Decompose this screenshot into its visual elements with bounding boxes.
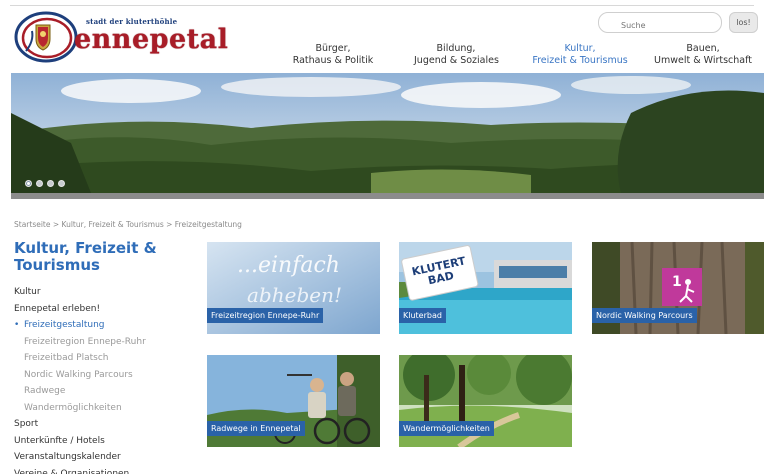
tile-freizeitregion[interactable]: ...einfach abheben! Freizeitregion Ennep…	[207, 242, 380, 334]
sidebar-subitem-freizeitbad[interactable]: Freizeitbad Platsch	[14, 350, 194, 367]
sidebar-title: Kultur, Freizeit & Tourismus	[14, 240, 194, 274]
sidebar-item-freizeitgestaltung[interactable]: Freizeitgestaltung	[14, 317, 194, 334]
nav-item-line1: Bürger,	[315, 43, 351, 54]
nav-item-line2: Jugend & Soziales	[414, 55, 499, 66]
sidebar-subitem-freizeitregion[interactable]: Freizeitregion Ennepe-Ruhr	[14, 334, 194, 351]
sidebar-item-sport[interactable]: Sport	[14, 416, 194, 433]
tile-wandern[interactable]: Wandermöglichkeiten	[399, 355, 572, 447]
tile-kluterbad[interactable]: KLUTERT BAD Kluterbad	[399, 242, 572, 334]
tile-label: Nordic Walking Parcours	[592, 308, 697, 323]
tile-image-text: ...einfach	[237, 253, 340, 278]
nav-item-line1: Kultur,	[564, 43, 596, 54]
sidebar-item-vereine[interactable]: Vereine & Organisationen	[14, 466, 194, 474]
nav-item-line1: Bildung,	[436, 43, 476, 54]
hero-banner[interactable]	[11, 73, 764, 199]
tile-label: Kluterbad	[399, 308, 446, 323]
slider-dot[interactable]	[36, 180, 43, 187]
tile-radwege[interactable]: Radwege in Ennepetal	[207, 355, 380, 447]
sidebar-title-line1: Kultur, Freizeit &	[14, 239, 157, 257]
nav-item-line1: Bauen,	[686, 43, 720, 54]
nav-item-buerger[interactable]: Bürger, Rathaus & Politik	[292, 43, 374, 67]
sidebar-navigation: Kultur, Freizeit & Tourismus Kultur Enne…	[14, 240, 194, 474]
slider-dots	[25, 180, 65, 187]
tile-image-text: abheben!	[247, 283, 342, 307]
tile-nordic-walking[interactable]: 1 Nordic Walking Parcours	[592, 242, 764, 334]
tile-label: Wandermöglichkeiten	[399, 421, 494, 436]
main-navigation: Bürger, Rathaus & Politik Bildung, Jugen…	[0, 43, 764, 71]
nav-item-line2: Rathaus & Politik	[292, 55, 374, 66]
sidebar-title-line2: Tourismus	[14, 256, 100, 274]
slider-dot[interactable]	[58, 180, 65, 187]
tile-label: Radwege in Ennepetal	[207, 421, 305, 436]
site-header: stadt der kluterthöhle ennepetal los! Bü…	[0, 0, 764, 72]
sidebar-subitem-nordic-walking[interactable]: Nordic Walking Parcours	[14, 367, 194, 384]
search-submit-button[interactable]: los!	[729, 12, 758, 33]
sidebar-subitem-radwege[interactable]: Radwege	[14, 383, 194, 400]
tile-label: Freizeitregion Ennepe-Ruhr	[207, 308, 324, 323]
banner-landscape-image	[11, 73, 764, 193]
sidebar-item-veranstaltungen[interactable]: Veranstaltungskalender	[14, 449, 194, 466]
search-box	[598, 12, 722, 35]
search-input[interactable]	[599, 16, 721, 35]
header-top-rule	[10, 5, 754, 6]
slider-dot[interactable]	[25, 180, 32, 187]
sidebar-subitem-wandern[interactable]: Wandermöglichkeiten	[14, 400, 194, 417]
breadcrumb[interactable]: Startseite > Kultur, Freizeit & Tourismu…	[14, 220, 242, 229]
slider-dot[interactable]	[47, 180, 54, 187]
sidebar-item-ennepetal-erleben[interactable]: Ennepetal erleben!	[14, 301, 194, 318]
sidebar-item-kultur[interactable]: Kultur	[14, 284, 194, 301]
nav-item-bildung[interactable]: Bildung, Jugend & Soziales	[414, 43, 499, 67]
nav-item-line2: Umwelt & Wirtschaft	[654, 55, 753, 66]
nav-item-line2: Freizeit & Tourismus	[532, 55, 628, 66]
trail-sign-number: 1	[672, 274, 682, 290]
nav-item-kultur[interactable]: Kultur, Freizeit & Tourismus	[532, 43, 628, 67]
nav-item-bauen[interactable]: Bauen, Umwelt & Wirtschaft	[654, 43, 752, 67]
sidebar-item-unterkuenfte[interactable]: Unterkünfte / Hotels	[14, 433, 194, 450]
